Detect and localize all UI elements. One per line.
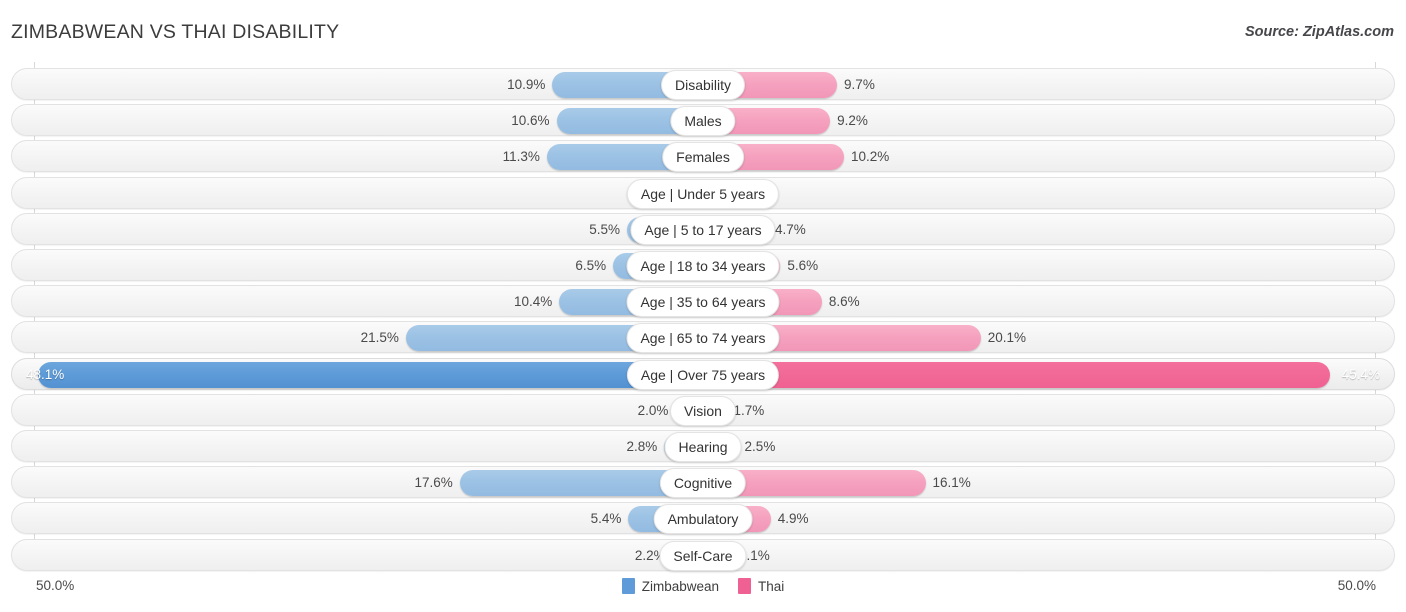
- chart-row: 5.5% 4.7% Age | 5 to 17 years: [11, 212, 1395, 245]
- value-label-thai: 16.1%: [932, 475, 971, 491]
- chart-row: 2.0% 1.7% Vision: [11, 393, 1395, 426]
- legend-swatch-icon: [621, 578, 635, 594]
- value-label-thai: 2.5%: [744, 439, 776, 454]
- chart-row: 10.6% 9.2% Males: [11, 104, 1395, 137]
- row-category-label[interactable]: Age | 35 to 64 years: [626, 287, 780, 318]
- chart-row: 11.3% 10.2% Females: [11, 140, 1395, 173]
- value-label-thai: 10.2%: [850, 149, 890, 165]
- legend-label: Zimbabwean: [641, 578, 720, 594]
- chart-row: 5.4% 4.9% Ambulatory: [11, 502, 1395, 535]
- value-label-zimbabwean: 5.4%: [590, 511, 622, 527]
- value-label-zimbabwean: 17.6%: [414, 475, 453, 491]
- chart-row: 48.1% 45.4% Age | Over 75 years: [11, 357, 1395, 390]
- value-label-thai: 8.6%: [828, 294, 860, 310]
- chart-row: 1.2%1.1%Age | Under 5 years: [11, 176, 1395, 209]
- value-label-thai: 9.2%: [837, 113, 868, 129]
- legend-label: Thai: [758, 578, 785, 594]
- row-category-label[interactable]: Disability: [660, 70, 746, 100]
- bar-thai: [703, 361, 1331, 388]
- value-label-thai: 5.6%: [787, 258, 819, 273]
- chart-row: 6.5% 5.6% Age | 18 to 34 years: [11, 249, 1395, 281]
- row-category-label[interactable]: Age | 5 to 17 years: [630, 214, 776, 245]
- value-label-zimbabwean: 6.5%: [575, 258, 607, 273]
- row-category-label[interactable]: Age | 65 to 74 years: [626, 323, 780, 354]
- page-title: ZIMBABWEAN VS THAI DISABILITY: [11, 21, 340, 43]
- legend-thai[interactable]: Thai: [738, 578, 784, 594]
- value-label-zimbabwean: 5.5%: [589, 221, 620, 237]
- value-label-thai: 4.9%: [777, 511, 809, 527]
- chart-row: 2.8% 2.5% Hearing: [11, 430, 1395, 462]
- row-category-label[interactable]: Self-Care: [659, 540, 747, 571]
- value-label-zimbabwean: 10.4%: [514, 294, 553, 310]
- legend-zimbabwean[interactable]: Zimbabwean: [621, 578, 720, 594]
- row-category-label[interactable]: Cognitive: [659, 468, 747, 499]
- value-label-zimbabwean: 11.3%: [502, 149, 540, 165]
- chart-row: 2.2% 2.1% Self-Care: [11, 538, 1395, 571]
- chart-row: 10.9% 9.7% Disability: [11, 68, 1395, 100]
- source-attribution: Source: ZipAtlas.com: [1244, 24, 1394, 40]
- row-category-label[interactable]: Hearing: [664, 432, 742, 462]
- value-label-thai: 9.7%: [844, 77, 875, 92]
- chart-page: ZIMBABWEAN VS THAI DISABILITY Source: Zi…: [0, 0, 1406, 612]
- chart-footer: 50.0% 50.0% Zimbabwean Thai: [0, 570, 1406, 612]
- bar-zimbabwean: [38, 361, 703, 388]
- row-category-label[interactable]: Age | Over 75 years: [626, 359, 780, 390]
- row-category-label[interactable]: Age | 18 to 34 years: [626, 251, 780, 281]
- value-label-zimbabwean: 21.5%: [360, 330, 399, 346]
- row-category-label[interactable]: Ambulatory: [653, 504, 753, 535]
- row-category-label[interactable]: Age | Under 5 years: [626, 178, 780, 209]
- chart-legend: Zimbabwean Thai: [0, 578, 1406, 594]
- chart-plot-area: 10.9% 9.7% Disability 10.6% 9.2% Males 11.3% 10…: [0, 62, 1406, 571]
- chart-header: ZIMBABWEAN VS THAI DISABILITY Source: Zi…: [0, 0, 1406, 62]
- value-label-zimbabwean: 10.6%: [511, 113, 550, 129]
- row-category-label[interactable]: Females: [662, 142, 744, 173]
- row-category-label[interactable]: Vision: [670, 395, 736, 426]
- value-label-zimbabwean: 2.8%: [626, 439, 658, 454]
- legend-swatch-icon: [738, 578, 752, 594]
- chart-row: 21.5% 20.1% Age | 65 to 74 years: [11, 321, 1395, 354]
- value-label-thai: 20.1%: [987, 330, 1027, 346]
- row-category-label[interactable]: Males: [670, 106, 736, 137]
- value-label-thai: 45.4%: [1341, 366, 1380, 382]
- value-label-zimbabwean: 10.9%: [507, 77, 546, 92]
- chart-row: 17.6% 16.1% Cognitive: [11, 466, 1395, 499]
- chart-row: 10.4% 8.6% Age | 35 to 64 years: [11, 285, 1395, 318]
- value-label-zimbabwean: 48.1%: [26, 366, 65, 382]
